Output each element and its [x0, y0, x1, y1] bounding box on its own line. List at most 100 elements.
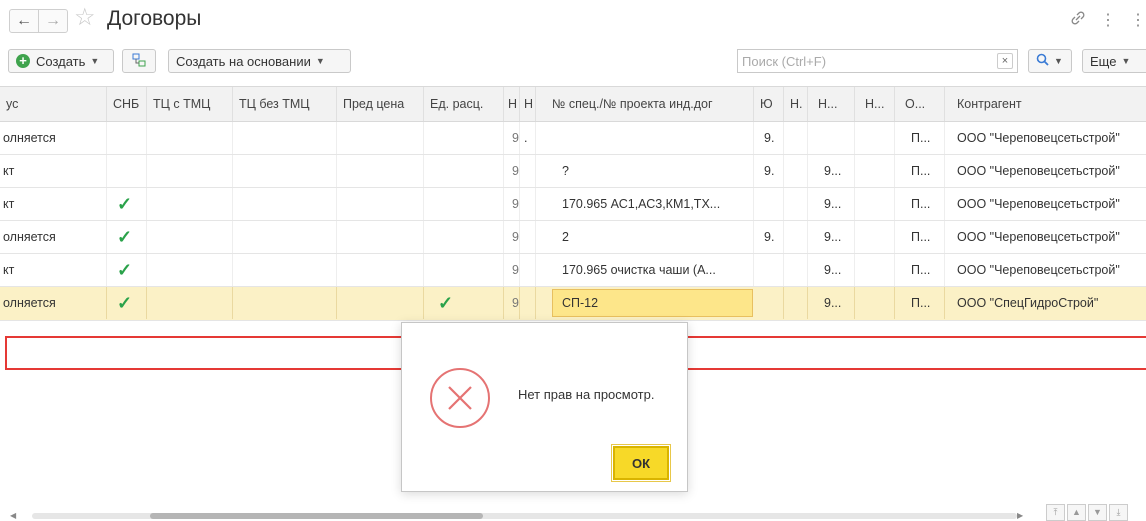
cell-n1 — [784, 221, 808, 253]
forward-button[interactable]: → — [38, 9, 68, 33]
search-field[interactable]: × — [737, 49, 1018, 73]
cell-yu — [754, 287, 784, 319]
cell-tc-tmc — [147, 122, 233, 154]
table-row[interactable]: кт ✓ 9 170.965 АС1,АС3,КМ1,ТХ... 9... П.… — [0, 188, 1146, 221]
table-row[interactable]: кт 9 ? 9. 9... П... ООО "Череповецсетьст… — [0, 155, 1146, 188]
back-button[interactable]: ← — [9, 9, 39, 33]
more-label: Еще — [1090, 53, 1117, 69]
cell-spec-number: 170.965 АС1,АС3,КМ1,ТХ... — [536, 188, 754, 220]
cell-h1: 9 — [504, 122, 520, 154]
column-header-tc-no-tmc[interactable]: ТЦ без ТМЦ — [233, 87, 337, 121]
cell-n1 — [784, 122, 808, 154]
link-icon[interactable] — [1070, 10, 1086, 31]
table-row[interactable]: олняется 9 . 9. П... ООО "Череповецсетьс… — [0, 122, 1146, 155]
cell-n2: 9... — [808, 188, 855, 220]
search-icon — [1036, 53, 1049, 69]
column-header-counterparty[interactable]: Контрагент — [945, 87, 1146, 121]
cell-o: П... — [895, 155, 945, 187]
cell-prev-price — [337, 188, 424, 220]
scroll-to-top-icon[interactable]: ⤒ — [1046, 504, 1065, 521]
cell-unit-price: ✓ — [424, 287, 504, 319]
more-vertical-icon[interactable]: ⋮ — [1100, 10, 1116, 31]
cell-n3 — [855, 155, 895, 187]
scroll-left-icon[interactable]: ◀ — [10, 511, 16, 520]
cell-h1: 9 — [504, 287, 520, 319]
cell-counterparty: ООО "Череповецсетьстрой" — [957, 197, 1120, 211]
more-button[interactable]: Еще ▼ — [1082, 49, 1146, 73]
column-header-yu[interactable]: Ю — [754, 87, 784, 121]
column-header-n3[interactable]: Н... — [855, 87, 895, 121]
column-header-snb[interactable]: СНБ — [107, 87, 147, 121]
forward-arrow-icon: → — [45, 12, 61, 29]
clear-icon[interactable]: × — [997, 53, 1013, 69]
ok-button[interactable]: ОК — [611, 444, 671, 482]
cell-tc-no-tmc — [233, 254, 337, 286]
search-input[interactable] — [738, 50, 986, 72]
scroll-up-icon[interactable]: ▲ — [1067, 504, 1086, 521]
structure-button[interactable] — [122, 49, 156, 73]
back-arrow-icon: ← — [16, 12, 32, 29]
cell-tc-no-tmc — [233, 221, 337, 253]
cell-spec-number[interactable]: СП-12 — [536, 287, 754, 319]
cell-counterparty: ООО "Череповецсетьстрой" — [957, 230, 1120, 244]
cell-tc-tmc — [147, 188, 233, 220]
column-header-n2[interactable]: Н... — [808, 87, 855, 121]
cell-h2 — [520, 155, 536, 187]
column-header-tc-tmc[interactable]: ТЦ с ТМЦ — [147, 87, 233, 121]
column-header-status[interactable]: ус — [0, 87, 107, 121]
plus-icon: + — [16, 54, 30, 68]
cell-unit-price — [424, 188, 504, 220]
cell-n3 — [855, 122, 895, 154]
column-header-n1[interactable]: Н. — [784, 87, 808, 121]
column-header-o[interactable]: О... — [895, 87, 945, 121]
cell-n3 — [855, 188, 895, 220]
cell-tc-tmc — [147, 287, 233, 319]
cell-prev-price — [337, 122, 424, 154]
cell-yu: 9. — [754, 122, 784, 154]
more-vertical-icon-2[interactable]: ⋮ — [1130, 10, 1146, 31]
cell-h2 — [520, 188, 536, 220]
chevron-down-icon: ▼ — [1121, 56, 1131, 66]
cell-n1 — [784, 287, 808, 319]
table-row[interactable]: олняется ✓ 9 2 9. 9... П... ООО "Черепов… — [0, 221, 1146, 254]
cell-status: олняется — [0, 122, 107, 154]
cell-h1: 9 — [504, 155, 520, 187]
favorite-star-icon[interactable]: ☆ — [74, 6, 96, 30]
cell-h1: 9 — [504, 221, 520, 253]
horizontal-scrollbar[interactable]: ◀ ▶ ⤒ ▲ ▼ ⤓ — [0, 504, 1146, 521]
scroll-right-icon[interactable]: ▶ — [1017, 511, 1023, 520]
create-label: Создать — [36, 53, 86, 69]
column-header-h2[interactable]: Н — [520, 87, 536, 121]
cell-n1 — [784, 254, 808, 286]
column-header-unit-price[interactable]: Ед. расц. — [424, 87, 504, 121]
check-icon — [107, 122, 147, 154]
cell-status: кт — [0, 188, 107, 220]
table-row-selected[interactable]: олняется ✓ ✓ 9 СП-12 9... П... ООО "Спец… — [0, 287, 1146, 321]
cell-status: кт — [0, 254, 107, 286]
cell-prev-price — [337, 254, 424, 286]
scroll-thumb[interactable] — [150, 513, 483, 519]
create-button[interactable]: + Создать ▼ — [8, 49, 114, 73]
scroll-down-icon[interactable]: ▼ — [1088, 504, 1107, 521]
column-header-h1[interactable]: Н — [504, 87, 520, 121]
cell-prev-price — [337, 287, 424, 319]
cell-n1 — [784, 188, 808, 220]
cell-tc-tmc — [147, 155, 233, 187]
page-title: Договоры — [107, 7, 202, 30]
create-based-on-button[interactable]: Создать на основании ▼ — [168, 49, 351, 73]
cell-n1 — [784, 155, 808, 187]
cell-prev-price — [337, 221, 424, 253]
cell-n3 — [855, 287, 895, 319]
cell-o: П... — [895, 221, 945, 253]
cell-tc-tmc — [147, 254, 233, 286]
column-header-spec-number[interactable]: № спец./№ проекта инд.дог — [536, 87, 754, 121]
cell-spec-number — [536, 122, 754, 154]
column-header-prev-price[interactable]: Пред цена — [337, 87, 424, 121]
table-row[interactable]: кт ✓ 9 170.965 очистка чаши (А... 9... П… — [0, 254, 1146, 287]
cell-tc-no-tmc — [233, 188, 337, 220]
table-header: ус СНБ ТЦ с ТМЦ ТЦ без ТМЦ Пред цена Ед.… — [0, 87, 1146, 122]
search-button[interactable]: ▼ — [1028, 49, 1072, 73]
cell-tc-no-tmc — [233, 122, 337, 154]
scroll-to-bottom-icon[interactable]: ⤓ — [1109, 504, 1128, 521]
cell-counterparty: ООО "СпецГидроСтрой" — [957, 296, 1099, 310]
